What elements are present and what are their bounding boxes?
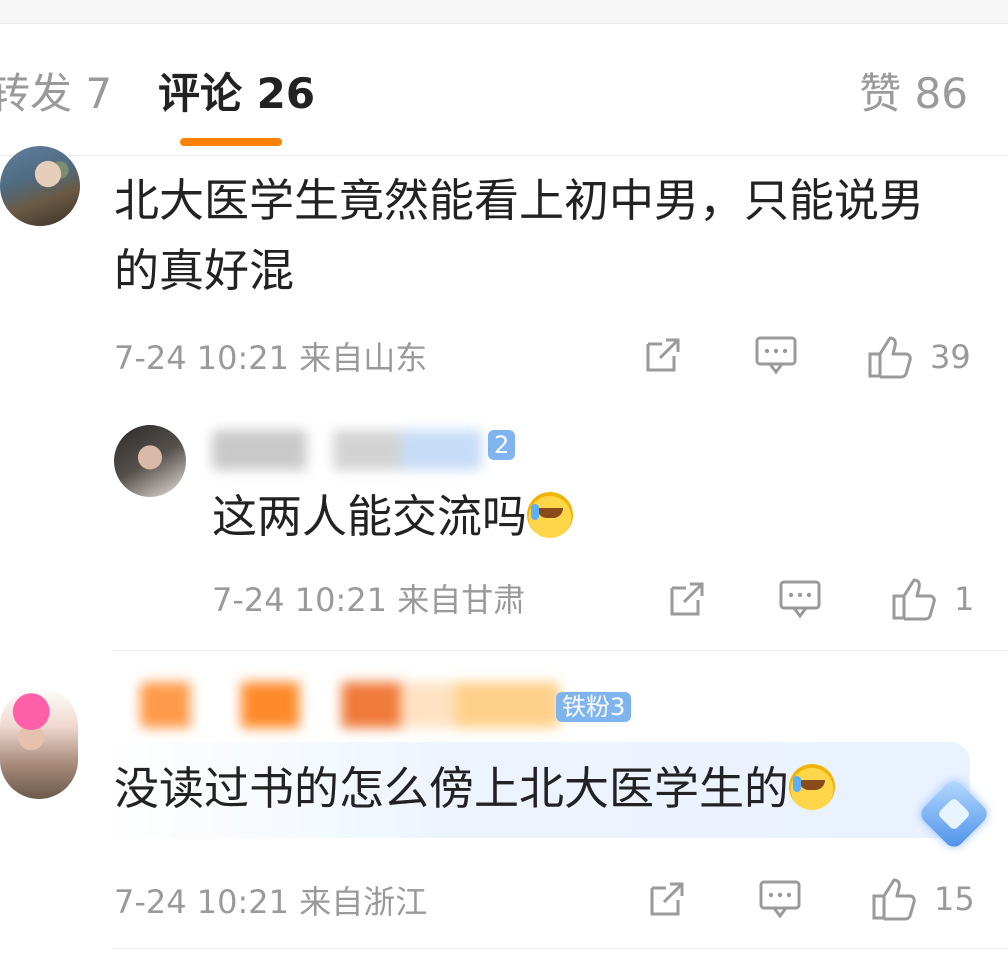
tab-repost[interactable]: 转发 7: [0, 68, 112, 120]
avatar[interactable]: [114, 425, 186, 497]
thumbs-up-icon: [892, 578, 936, 621]
top-strip: [0, 0, 1008, 24]
comment-text: 没读过书的怎么傍上北大医学生的: [114, 754, 836, 824]
comment-icon: [779, 580, 821, 619]
comment-icon: [755, 336, 797, 375]
reply-button[interactable]: [754, 334, 798, 376]
fan-badge: 2: [488, 430, 516, 460]
reply-text-content: 这两人能交流吗: [212, 490, 528, 543]
divider: [114, 948, 1008, 949]
thumbs-up-icon: [872, 878, 916, 921]
pleading-emoji-icon: [789, 764, 836, 810]
comment-icon: [759, 880, 801, 919]
comment-meta: 7-24 10:21 来自甘肃: [212, 581, 526, 619]
like-count: 15: [934, 880, 975, 918]
divider: [114, 650, 1008, 651]
avatar[interactable]: [0, 146, 80, 226]
username-redacted: [212, 430, 482, 470]
share-icon: [650, 882, 684, 916]
reply-button[interactable]: [758, 878, 802, 920]
share-button[interactable]: [642, 334, 684, 376]
like-button[interactable]: 15: [870, 876, 975, 922]
tab-comment[interactable]: 评论 26: [158, 68, 315, 120]
share-button[interactable]: [666, 578, 708, 620]
share-icon: [646, 338, 680, 372]
like-button[interactable]: 1: [890, 576, 974, 622]
active-tab-indicator: [180, 138, 282, 146]
laughing-crying-emoji-icon: [527, 492, 574, 538]
username-redacted: [140, 682, 560, 728]
reply-button[interactable]: [778, 578, 822, 620]
comment-text: 北大医学生竟然能看上初中男，只能说男的真好混: [114, 174, 925, 297]
comment-text-content: 没读过书的怎么傍上北大医学生的: [114, 762, 790, 815]
like-button[interactable]: 39: [866, 334, 971, 380]
like-count: 39: [930, 338, 971, 376]
avatar[interactable]: [0, 687, 78, 799]
comment-meta: 7-24 10:21 来自山东: [114, 339, 428, 377]
share-icon: [670, 582, 704, 616]
like-count: 1: [954, 580, 975, 618]
reply-text: 这两人能交流吗: [212, 482, 574, 552]
tab-bar: 转发 7 评论 26 赞 86: [0, 24, 1008, 156]
comment-meta: 7-24 10:21 来自浙江: [114, 883, 428, 921]
thumbs-up-icon: [868, 336, 912, 379]
tab-like[interactable]: 赞 86: [859, 68, 968, 120]
share-button[interactable]: [646, 878, 688, 920]
fan-badge: 铁粉3: [556, 692, 632, 722]
